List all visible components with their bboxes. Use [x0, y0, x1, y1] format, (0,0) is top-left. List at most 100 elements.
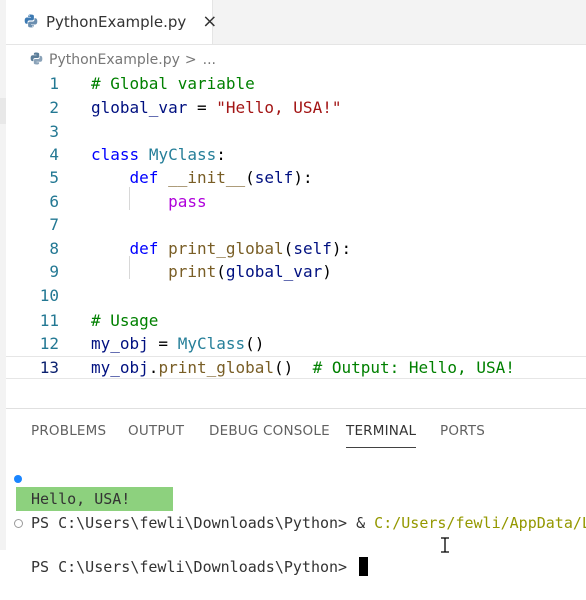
code-text: my_obj = MyClass() — [91, 332, 264, 355]
command-pending-icon[interactable] — [14, 519, 23, 528]
code-line[interactable]: 7 — [6, 213, 586, 236]
code-token: # Usage — [91, 311, 159, 330]
line-number: 5 — [49, 168, 59, 187]
code-line[interactable]: 10 — [6, 284, 586, 307]
panel-tabs: PROBLEMS OUTPUT DEBUG CONSOLE TERMINAL P… — [6, 409, 586, 453]
code-text: class MyClass: — [91, 143, 226, 166]
code-token: __init__ — [168, 168, 246, 187]
breadcrumb-more[interactable]: ... — [203, 52, 216, 68]
tab-terminal[interactable]: TERMINAL — [346, 423, 417, 448]
code-token: print_global — [158, 358, 275, 377]
code-token: ( — [216, 262, 226, 281]
code-token: ): — [293, 168, 313, 187]
tab-label: PythonExample.py — [46, 13, 187, 31]
terminal-prompt: PS C:\Users\fewli\Downloads\Python> — [31, 558, 357, 576]
code-token: # Global variable — [91, 74, 255, 93]
code-token: class — [91, 145, 140, 164]
python-file-icon — [30, 51, 43, 69]
line-number: 3 — [49, 122, 59, 141]
code-token: def — [129, 168, 159, 187]
code-text: my_obj.print_global() # Output: Hello, U… — [91, 357, 515, 378]
close-tab-icon[interactable]: × — [202, 13, 217, 31]
code-text: print(global_var) — [91, 260, 332, 283]
tab-problems[interactable]: PROBLEMS — [31, 423, 106, 439]
code-text: # Usage — [91, 309, 158, 332]
code-token: : — [216, 145, 226, 164]
line-number: 4 — [49, 145, 59, 164]
text-cursor-icon — [441, 537, 449, 553]
code-token: ): — [331, 239, 352, 258]
line-number: 6 — [49, 192, 59, 211]
code-line[interactable]: 9 print(global_var) — [6, 260, 586, 283]
code-text: def print_global(self): — [91, 237, 352, 260]
code-line[interactable]: 13 my_obj.print_global() # Output: Hello,… — [6, 356, 586, 379]
code-editor[interactable]: 1 # Global variable 2 global_var = "Hello, … — [6, 72, 586, 402]
line-number: 1 — [49, 74, 59, 93]
tab-debug-console[interactable]: DEBUG CONSOLE — [209, 423, 330, 439]
code-token: . — [148, 358, 159, 377]
breadcrumb-file[interactable]: PythonExample.py — [49, 52, 180, 68]
terminal-output: Hello, USA! — [31, 490, 131, 508]
line-number: 2 — [49, 98, 59, 117]
code-line[interactable]: 8 def print_global(self): — [6, 237, 586, 260]
code-token: ) — [322, 262, 332, 281]
code-line[interactable]: 12 my_obj = MyClass() — [6, 332, 586, 355]
terminal-cursor — [359, 557, 369, 576]
code-token: () — [274, 358, 313, 377]
terminal-output-highlight: Hello, USA! — [16, 487, 173, 511]
code-line[interactable]: 3 — [6, 120, 586, 143]
tab-ports[interactable]: PORTS — [440, 423, 485, 439]
code-token: my_obj — [91, 334, 149, 353]
code-line[interactable]: 2 global_var = "Hello, USA!" — [6, 96, 586, 119]
code-token: () — [245, 334, 265, 353]
code-token: MyClass — [177, 334, 246, 353]
terminal-prompt-line[interactable]: PS C:\Users\fewli\Downloads\Python> — [6, 512, 586, 576]
command-success-icon[interactable] — [14, 475, 22, 483]
line-number: 7 — [49, 215, 59, 234]
code-token: ( — [245, 168, 255, 187]
bottom-panel: PROBLEMS OUTPUT DEBUG CONSOLE TERMINAL P… — [6, 408, 586, 576]
line-number: 12 — [39, 334, 59, 353]
code-token: self — [254, 168, 294, 187]
editor-tab-bar: PythonExample.py × — [6, 0, 586, 45]
line-number: 9 — [49, 262, 59, 281]
code-text: # Global variable — [91, 72, 255, 95]
code-token: print_global — [168, 239, 284, 258]
code-token: global_var — [91, 98, 188, 117]
tab-python-example[interactable]: PythonExample.py × — [6, 0, 217, 44]
code-line[interactable]: 6 pass — [6, 190, 586, 213]
code-token: # Output: Hello, USA! — [312, 358, 515, 377]
code-line[interactable]: 5 def __init__(self): — [6, 166, 586, 189]
breadcrumb-separator: > — [184, 52, 197, 68]
code-token: def — [129, 239, 159, 258]
code-line[interactable]: 11 # Usage — [6, 309, 586, 332]
code-line[interactable]: 1 # Global variable — [6, 72, 586, 95]
code-text: global_var = "Hello, USA!" — [91, 96, 341, 119]
code-text: def __init__(self): — [91, 166, 313, 189]
code-token: MyClass — [148, 145, 217, 164]
code-token: print — [168, 262, 217, 281]
code-token: "Hello, USA!" — [216, 98, 342, 117]
breadcrumb: PythonExample.py > ... — [30, 50, 216, 70]
python-file-icon — [24, 13, 38, 32]
line-number: 13 — [39, 358, 59, 377]
code-token: my_obj — [91, 358, 149, 377]
code-text: pass — [91, 190, 207, 213]
tab-output[interactable]: OUTPUT — [128, 423, 184, 439]
code-token: global_var — [225, 262, 323, 281]
line-number: 10 — [39, 286, 59, 305]
line-number: 11 — [39, 311, 59, 330]
code-token: pass — [168, 192, 207, 211]
code-line[interactable]: 4 class MyClass: — [6, 143, 586, 166]
code-token: = — [187, 98, 217, 117]
line-number: 8 — [49, 239, 59, 258]
code-token: ( — [283, 239, 294, 258]
code-token: self — [293, 239, 332, 258]
